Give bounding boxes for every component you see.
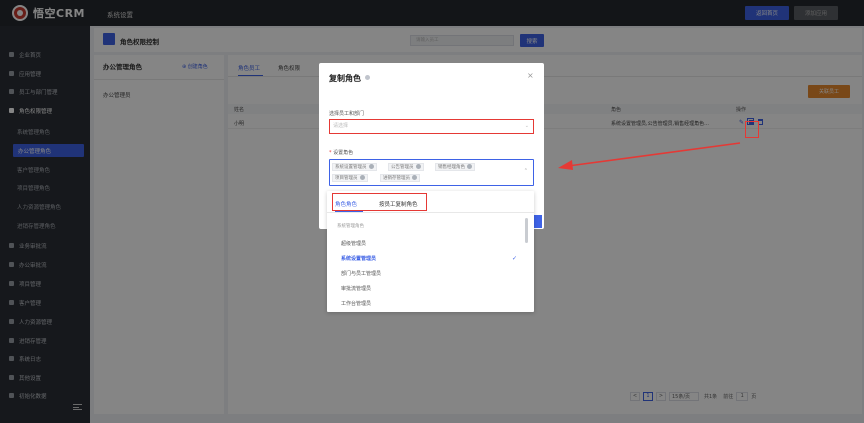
help-icon[interactable] bbox=[365, 75, 370, 80]
role-label: * 设置角色 bbox=[329, 150, 354, 156]
dropdown-scrollbar[interactable] bbox=[525, 218, 528, 243]
dropdown-option-selected[interactable]: 系统设置管理员 bbox=[341, 255, 376, 262]
chevron-down-icon: ⌄ bbox=[524, 123, 529, 129]
tag-close-icon bbox=[415, 164, 421, 169]
dropdown-option[interactable]: 部门与员工管理员 bbox=[341, 270, 381, 277]
employee-select[interactable]: 请选择 ⌄ bbox=[329, 119, 534, 134]
chevron-up-icon: ⌃ bbox=[523, 168, 528, 174]
role-tag[interactable]: 项目管理员 bbox=[332, 174, 368, 182]
copy-highlight-box bbox=[745, 121, 759, 138]
tab-role-select[interactable]: 角色角色 bbox=[335, 200, 357, 208]
role-tag[interactable]: 公告管理员 bbox=[388, 163, 424, 171]
role-dropdown: 角色角色 按员工复制角色 系统管理角色 超级管理员 系统设置管理员 ✓ 部门与员… bbox=[327, 191, 534, 312]
option-group-label: 系统管理角色 bbox=[337, 224, 364, 229]
role-select[interactable]: 系统设置管理员 公告管理员 销售经理角色 项目管理员 进销存管理员 ⌃ bbox=[329, 159, 534, 186]
dropdown-option[interactable]: 工作台管理员 bbox=[341, 300, 371, 307]
role-tag[interactable]: 销售经理角色 bbox=[435, 163, 475, 171]
tag-close-icon bbox=[368, 164, 374, 169]
tag-close-icon bbox=[359, 175, 365, 180]
tab-copy-by-employee[interactable]: 按员工复制角色 bbox=[379, 200, 418, 208]
dropdown-option[interactable]: 超级管理员 bbox=[341, 240, 366, 247]
confirm-button-edge[interactable] bbox=[534, 215, 542, 228]
check-icon: ✓ bbox=[512, 255, 518, 262]
divider bbox=[327, 212, 534, 213]
employee-select-placeholder: 请选择 bbox=[333, 123, 349, 129]
employee-label: 选择员工和部门 bbox=[329, 111, 365, 117]
role-tag[interactable]: 系统设置管理员 bbox=[332, 163, 377, 171]
role-tag[interactable]: 进销存管理员 bbox=[380, 174, 420, 182]
dropdown-option[interactable]: 审批流管理员 bbox=[341, 285, 371, 292]
tag-close-icon bbox=[412, 175, 417, 180]
dialog-title: 复制角色 bbox=[329, 74, 361, 83]
close-icon[interactable]: × bbox=[527, 71, 534, 80]
tag-close-icon bbox=[467, 164, 472, 169]
